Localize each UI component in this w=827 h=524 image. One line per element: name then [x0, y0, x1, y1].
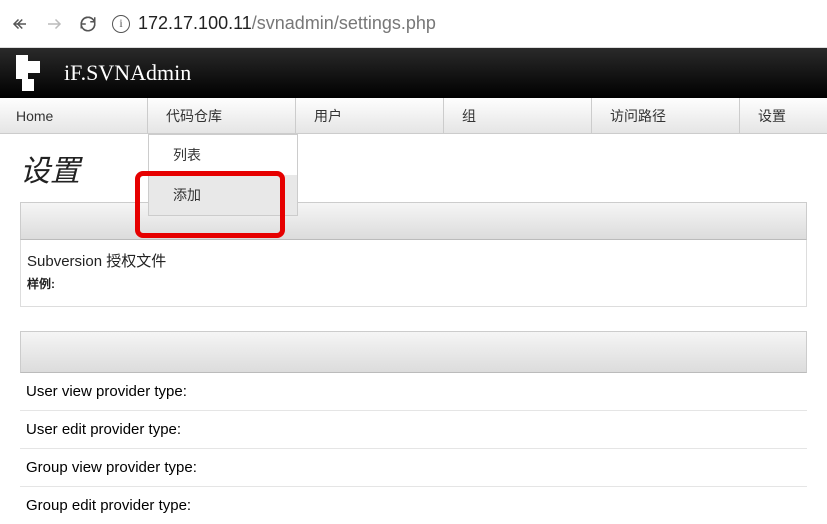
provider-row: Group edit provider type:	[20, 487, 807, 524]
browser-toolbar: i 172.17.100.11/svnadmin/settings.php	[0, 0, 827, 48]
nav-home[interactable]: Home	[0, 98, 148, 133]
provider-row: Group view provider type:	[20, 449, 807, 487]
svn-auth-label: Subversion 授权文件	[27, 250, 796, 271]
provider-row: User edit provider type:	[20, 411, 807, 449]
section-header	[20, 331, 807, 373]
page-title: 设置	[20, 146, 807, 190]
nav-groups[interactable]: 组	[444, 98, 592, 133]
nav-repository[interactable]: 代码仓库	[148, 98, 296, 133]
section-body: Subversion 授权文件 样例:	[20, 240, 807, 307]
nav-users[interactable]: 用户	[296, 98, 444, 133]
app-title: iF.SVNAdmin	[64, 60, 191, 86]
dropdown-item-list[interactable]: 列表	[149, 135, 297, 175]
url-text: 172.17.100.11/svnadmin/settings.php	[138, 13, 436, 34]
nav-settings[interactable]: 设置	[740, 98, 827, 133]
app-logo-icon	[16, 55, 48, 91]
forward-button[interactable]	[44, 14, 64, 34]
provider-rows: User view provider type: User edit provi…	[20, 373, 807, 524]
section-header	[20, 202, 807, 240]
site-info-icon[interactable]: i	[112, 15, 130, 33]
back-button[interactable]	[10, 14, 30, 34]
provider-row: User view provider type:	[20, 373, 807, 411]
section-svn-auth: Subversion 授权文件 样例:	[20, 202, 807, 307]
repository-dropdown: 列表 添加	[148, 134, 298, 216]
section-providers: User view provider type: User edit provi…	[20, 331, 807, 524]
app-header: iF.SVNAdmin	[0, 48, 827, 98]
url-path: /svnadmin/settings.php	[252, 13, 436, 33]
address-bar[interactable]: i 172.17.100.11/svnadmin/settings.php	[112, 13, 436, 34]
reload-button[interactable]	[78, 14, 98, 34]
dropdown-item-add[interactable]: 添加	[149, 175, 297, 215]
url-host: 172.17.100.11	[138, 13, 252, 33]
sample-label: 样例:	[27, 275, 796, 292]
main-nav: Home 代码仓库 用户 组 访问路径 设置 列表 添加	[0, 98, 827, 134]
page-content: 设置 Subversion 授权文件 样例: User view provide…	[0, 134, 827, 524]
nav-access-paths[interactable]: 访问路径	[592, 98, 740, 133]
